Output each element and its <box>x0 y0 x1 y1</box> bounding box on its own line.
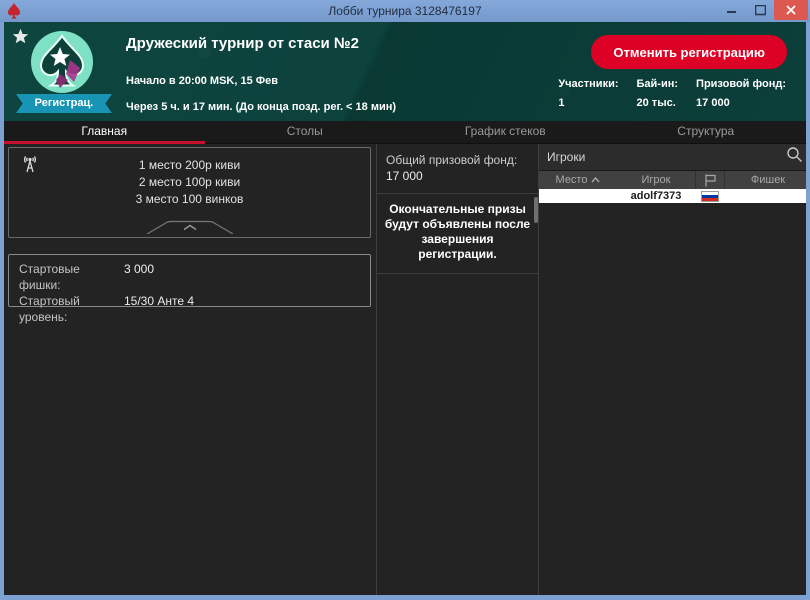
status-badge-label: Регистрац. <box>16 94 112 113</box>
stat-label: Участники: <box>558 78 618 90</box>
starting-chips-value: 3 000 <box>124 261 154 293</box>
column-flag[interactable] <box>695 171 725 189</box>
starting-info-box: Стартовые фишки: 3 000 Стартовый уровень… <box>8 254 371 307</box>
minimize-button[interactable] <box>718 0 746 20</box>
window-title: Лобби турнира 3128476197 <box>0 4 810 18</box>
announcement-line: 1 место 200р киви <box>9 157 370 174</box>
tab-structure[interactable]: Структура <box>606 121 807 143</box>
starting-level-row: Стартовый уровень: 15/30 Анте 4 <box>19 293 360 325</box>
stat-buyin: Бай-ин: 20 тыс. <box>637 78 679 109</box>
tab-tables[interactable]: Столы <box>205 121 406 143</box>
players-table-header: Место Игрок Фишек <box>539 171 806 189</box>
prize-note: Окончательные призы будут объявлены посл… <box>377 194 538 274</box>
tab-stack-chart[interactable]: График стеков <box>405 121 606 143</box>
search-icon[interactable] <box>786 146 803 168</box>
starting-chips-label: Стартовые фишки: <box>19 261 124 293</box>
stat-value: 1 <box>558 97 618 109</box>
prize-pool-label: Общий призовой фонд: <box>386 152 529 168</box>
player-flag-cell <box>695 191 725 202</box>
stat-prize-pool: Призовой фонд: 17 000 <box>696 78 786 109</box>
sort-asc-icon <box>591 177 600 183</box>
flag-russia-icon <box>701 191 719 202</box>
announcement-text: 1 место 200р киви 2 место 100р киви 3 ме… <box>9 157 370 208</box>
prize-pool-section: Общий призовой фонд: 17 000 <box>377 144 538 194</box>
collapse-announcement-handle[interactable] <box>145 220 235 239</box>
tab-main[interactable]: Главная <box>4 121 205 143</box>
flag-icon <box>704 174 717 187</box>
lobby-app: Регистрац. Дружеский турнир от стаси №2 … <box>4 22 806 595</box>
lobby-content: 1 место 200р киви 2 место 100р киви 3 ме… <box>4 144 806 595</box>
column-chips[interactable]: Фишек <box>725 174 806 186</box>
cancel-registration-button[interactable]: Отменить регистрацию <box>591 35 787 69</box>
stat-value: 17 000 <box>696 97 786 109</box>
lobby-tabs: Главная Столы График стеков Структура <box>4 121 806 144</box>
announcement-line: 3 место 100 винков <box>9 191 370 208</box>
starting-level-label: Стартовый уровень: <box>19 293 124 325</box>
maximize-button[interactable] <box>746 0 774 20</box>
titlebar[interactable]: Лобби турнира 3128476197 <box>0 0 810 22</box>
close-button[interactable] <box>774 0 808 20</box>
player-search-input[interactable] <box>547 150 786 164</box>
column-place-label: Место <box>556 174 588 186</box>
stat-value: 20 тыс. <box>637 97 679 109</box>
main-panel: 1 место 200р киви 2 место 100р киви 3 ме… <box>4 144 377 595</box>
player-row[interactable]: adolf7373 <box>539 189 806 203</box>
announcement-line: 2 место 100р киви <box>9 174 370 191</box>
announcement-box: 1 место 200р киви 2 место 100р киви 3 ме… <box>8 147 371 238</box>
prize-panel: Общий призовой фонд: 17 000 Окончательны… <box>377 144 539 595</box>
player-search-bar <box>539 144 806 171</box>
column-player[interactable]: Игрок <box>617 174 695 186</box>
start-time: Начало в 20:00 MSK, 15 Фев <box>126 75 278 87</box>
tournament-lobby-window: Лобби турнира 3128476197 <box>0 0 810 600</box>
starting-level-value: 15/30 Анте 4 <box>124 293 194 325</box>
status-badge: Регистрац. <box>16 94 112 113</box>
prize-panel-scrollbar-thumb[interactable] <box>534 197 538 223</box>
players-panel: Место Игрок Фишек adolf7373 <box>539 144 806 595</box>
tournament-logo-icon <box>30 30 94 94</box>
tournament-title: Дружеский турнир от стаси №2 <box>126 35 359 52</box>
stat-participants: Участники: 1 <box>558 78 618 109</box>
prize-pool-value: 17 000 <box>386 168 529 184</box>
starting-chips-row: Стартовые фишки: 3 000 <box>19 261 360 293</box>
tournament-stats: Участники: 1 Бай-ин: 20 тыс. Призовой фо… <box>558 78 786 109</box>
player-name-cell: adolf7373 <box>617 190 695 202</box>
column-place[interactable]: Место <box>539 174 617 186</box>
countdown-text: Через 5 ч. и 17 мин. (До конца позд. рег… <box>126 101 396 113</box>
favorite-star-icon[interactable] <box>12 28 29 50</box>
pokerstars-spade-icon <box>6 2 22 20</box>
tournament-header: Регистрац. Дружеский турнир от стаси №2 … <box>4 22 806 121</box>
stat-label: Бай-ин: <box>637 78 679 90</box>
stat-label: Призовой фонд: <box>696 78 786 90</box>
